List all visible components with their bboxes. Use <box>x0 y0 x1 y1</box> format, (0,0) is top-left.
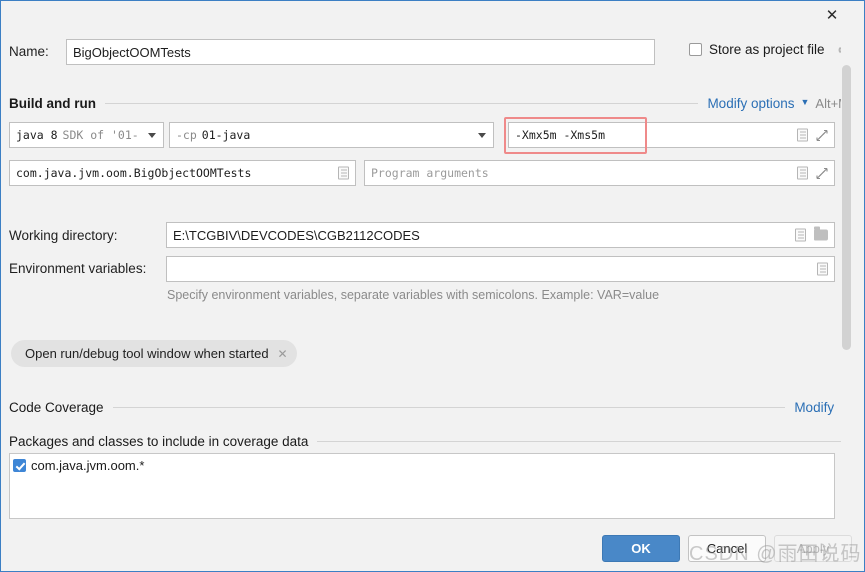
classpath-prefix: -cp <box>176 128 197 142</box>
build-and-run-title: Build and run <box>9 95 96 111</box>
cancel-button[interactable]: Cancel <box>688 535 766 562</box>
coverage-packages-title: Packages and classes to include in cover… <box>9 433 309 449</box>
classpath-module-combo[interactable]: -cp 01-java <box>169 122 494 148</box>
close-icon[interactable]: ✕ <box>820 3 844 27</box>
chevron-down-icon[interactable]: ▼ <box>800 97 809 107</box>
classpath-module: 01-java <box>201 128 251 142</box>
macro-icon[interactable] <box>797 166 808 180</box>
build-and-run-actions: Modify options ▼ Alt+M <box>698 96 849 111</box>
section-divider <box>317 440 849 442</box>
code-coverage-section-header: Code Coverage Modify ▼ <box>9 398 849 416</box>
macro-icon[interactable] <box>797 128 808 142</box>
program-arguments-input[interactable]: Program arguments <box>364 160 835 186</box>
store-as-project-file-option[interactable]: Store as project file <box>689 42 848 57</box>
coverage-packages-list[interactable]: com.java.jvm.oom.* <box>9 453 835 519</box>
dialog-content-pane: ✕ Name: BigObjectOOMTests Store as proje… <box>1 1 853 523</box>
main-class-field-icons <box>338 166 349 180</box>
option-chip-open-run-debug-tool-window[interactable]: Open run/debug tool window when started … <box>11 340 297 367</box>
name-input[interactable]: BigObjectOOMTests <box>66 39 655 65</box>
name-input-value: BigObjectOOMTests <box>73 44 191 60</box>
program-arguments-placeholder: Program arguments <box>371 166 489 180</box>
store-as-project-file-checkbox[interactable] <box>689 43 702 56</box>
program-arguments-field-icons <box>797 166 828 180</box>
macro-icon[interactable] <box>338 166 349 180</box>
ok-button[interactable]: OK <box>602 535 680 562</box>
store-as-project-file-label: Store as project file <box>709 42 825 57</box>
run-configuration-dialog: ✕ Name: BigObjectOOMTests Store as proje… <box>0 0 865 572</box>
working-directory-label: Working directory: <box>9 228 118 243</box>
coverage-item-label: com.java.jvm.oom.* <box>31 458 145 473</box>
coverage-item-checkbox[interactable] <box>13 459 26 472</box>
folder-icon[interactable] <box>814 226 828 241</box>
working-directory-value: E:\TCGBIV\DEVCODES\CGB2112CODES <box>173 227 420 243</box>
main-class-value: com.java.jvm.oom.BigObjectOOMTests <box>16 166 252 180</box>
code-coverage-modify-link[interactable]: Modify <box>794 400 834 415</box>
list-item[interactable]: com.java.jvm.oom.* <box>10 454 834 473</box>
environment-variables-label: Environment variables: <box>9 261 147 276</box>
expand-icon[interactable] <box>816 129 828 141</box>
jre-sdk-suffix: SDK of '01- <box>62 128 139 142</box>
working-directory-field-icons <box>795 226 828 242</box>
code-coverage-title: Code Coverage <box>9 399 104 415</box>
working-directory-input[interactable]: E:\TCGBIV\DEVCODES\CGB2112CODES <box>166 222 835 248</box>
apply-button[interactable]: Apply <box>774 535 852 562</box>
macro-icon[interactable] <box>817 262 828 276</box>
environment-variables-field-icons <box>817 262 828 276</box>
name-label: Name: <box>9 44 49 59</box>
modify-options-link[interactable]: Modify options <box>707 96 794 111</box>
chevron-down-icon[interactable] <box>478 133 486 138</box>
vm-options-field-icons <box>797 128 828 142</box>
jre-sdk-combo[interactable]: java 8 SDK of '01- <box>9 122 164 148</box>
close-icon[interactable]: ✕ <box>278 347 288 361</box>
build-and-run-section-header: Build and run Modify options ▼ Alt+M <box>9 94 849 112</box>
option-chip-label: Open run/debug tool window when started <box>25 346 269 361</box>
jre-sdk-prefix: java 8 <box>16 128 58 142</box>
expand-icon[interactable] <box>816 167 828 179</box>
section-divider <box>112 406 786 408</box>
code-coverage-actions: Modify ▼ <box>785 400 849 415</box>
main-class-input[interactable]: com.java.jvm.oom.BigObjectOOMTests <box>9 160 356 186</box>
environment-variables-input[interactable] <box>166 256 835 282</box>
coverage-packages-section-header: Packages and classes to include in cover… <box>9 432 849 450</box>
environment-variables-hint: Specify environment variables, separate … <box>167 288 660 302</box>
scrollbar-thumb[interactable] <box>842 65 851 350</box>
section-divider <box>105 102 699 104</box>
macro-icon[interactable] <box>795 228 806 242</box>
name-row: Name: BigObjectOOMTests Store as project… <box>9 39 849 65</box>
chevron-down-icon[interactable] <box>148 133 156 138</box>
vm-options-highlight <box>504 117 647 154</box>
